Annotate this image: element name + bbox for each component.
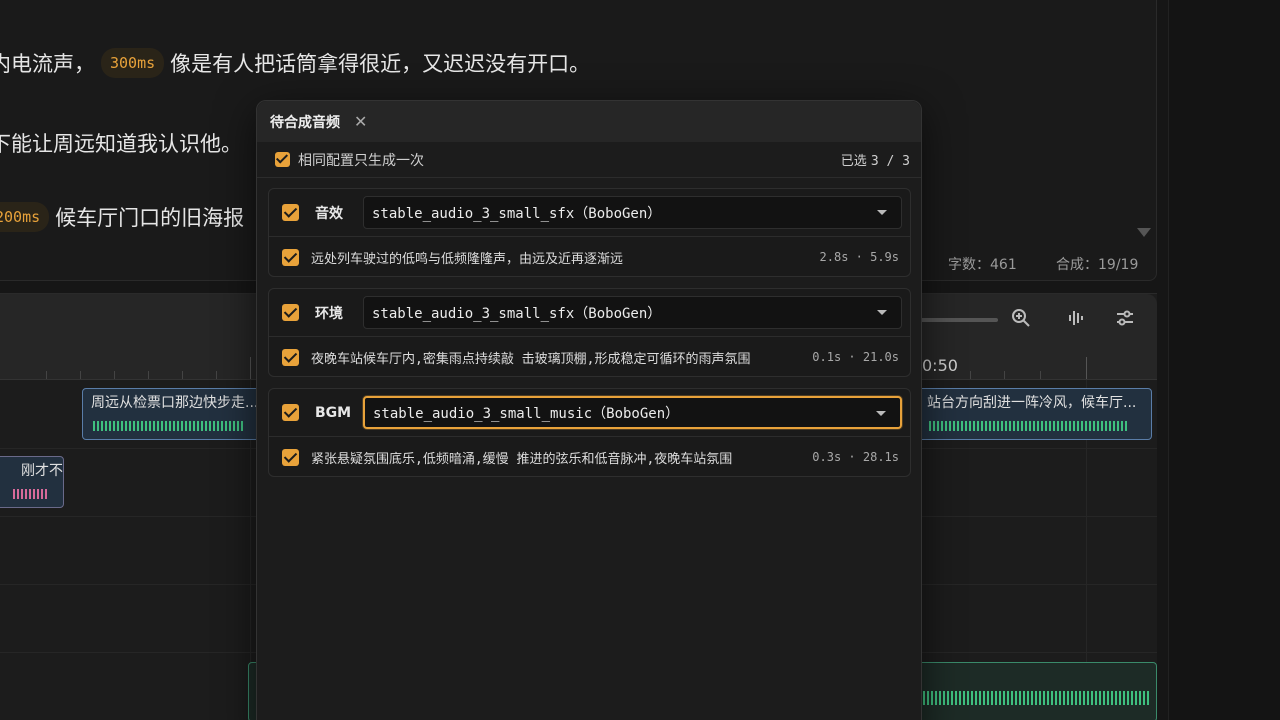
scroll-down-icon[interactable]: [1137, 228, 1151, 237]
audio-item: 远处列车驶过的低鸣与低频隆隆声，由远及近再逐渐远 2.8s · 5.9s: [269, 237, 910, 277]
pending-audio-dialog[interactable]: 待合成音频 ✕ 相同配置只生成一次 已选 3 / 3 音效 stable_aud…: [256, 100, 922, 720]
model-select-value: stable_audio_3_small_sfx（BoboGen）: [372, 305, 662, 322]
item-checkbox[interactable]: [282, 348, 299, 366]
script-text: 下能让周远知道我认识他。: [0, 132, 242, 156]
script-text: 候车厅门口的旧海报: [55, 206, 245, 230]
clip-title: 刚才不...: [21, 463, 63, 479]
group-name: 音效: [315, 205, 343, 222]
item-timing: 2.8s · 5.9s: [819, 250, 899, 264]
selected-value: 3 / 3: [870, 154, 910, 169]
audio-group-sfx: 音效 stable_audio_3_small_sfx（BoboGen） 远处列…: [268, 188, 911, 277]
dialog-header: 待合成音频 ✕: [257, 101, 921, 142]
clip-waveform: [13, 489, 49, 499]
zoom-slider[interactable]: [920, 318, 998, 322]
pause-chip[interactable]: 300ms: [101, 48, 165, 78]
script-text: 像是有人把话筒拿得很近，又迟迟没有开口。: [170, 52, 591, 76]
app-stage: 内电流声， 300ms 像是有人把话筒拿得很近，又迟迟没有开口。 下能让周远知道…: [0, 0, 1280, 720]
group-checkbox[interactable]: [282, 404, 299, 421]
close-icon[interactable]: ✕: [354, 113, 367, 130]
waveform-icon[interactable]: [1064, 308, 1090, 334]
group-checkbox[interactable]: [282, 204, 299, 221]
chevron-down-icon: [877, 210, 887, 215]
synth-count: 合成：19/19: [1056, 257, 1139, 273]
dedupe-checkbox[interactable]: [275, 152, 290, 167]
selected-prefix: 已选: [840, 154, 867, 169]
ruler-label: 0:50: [922, 356, 958, 375]
audio-group-ambience: 环境 stable_audio_3_small_sfx（BoboGen） 夜晚车…: [268, 288, 911, 377]
audio-group-bgm: BGM stable_audio_3_small_music（BoboGen） …: [268, 388, 911, 477]
chevron-down-icon: [876, 411, 886, 416]
dedupe-label: 相同配置只生成一次: [298, 152, 424, 169]
right-panel: [1168, 0, 1280, 720]
model-select[interactable]: stable_audio_3_small_sfx（BoboGen）: [363, 196, 902, 229]
dedupe-option[interactable]: 相同配置只生成一次 已选 3 / 3: [257, 142, 921, 178]
item-description: 紧张悬疑氛围底乐,低频暗涌,缓慢 推进的弦乐和低音脉冲,夜晚车站氛围: [311, 451, 733, 467]
model-select[interactable]: stable_audio_3_small_music（BoboGen）: [363, 396, 902, 429]
model-select[interactable]: stable_audio_3_small_sfx（BoboGen）: [363, 296, 902, 329]
model-select-value: stable_audio_3_small_music（BoboGen）: [373, 405, 680, 422]
sliders-icon[interactable]: [1112, 308, 1138, 334]
word-count: 字数：461: [948, 257, 1017, 273]
group-checkbox[interactable]: [282, 304, 299, 321]
audio-clip[interactable]: 站台方向刮进一阵冷风，候车厅...: [918, 388, 1152, 440]
script-text: 内电流声，: [0, 52, 95, 76]
model-select-value: stable_audio_3_small_sfx（BoboGen）: [372, 205, 662, 222]
item-timing: 0.3s · 28.1s: [812, 450, 899, 464]
script-line: 下能让周远知道我认识他。: [0, 128, 242, 158]
clip-waveform: [929, 421, 1129, 431]
selected-count: 已选 3 / 3: [841, 150, 910, 169]
item-description: 夜晚车站候车厅内,密集雨点持续敲 击玻璃顶棚,形成稳定可循环的雨声氛围: [311, 351, 751, 367]
audio-item: 紧张悬疑氛围底乐,低频暗涌,缓慢 推进的弦乐和低音脉冲,夜晚车站氛围 0.3s …: [269, 437, 910, 477]
audio-clip[interactable]: 刚才不...: [0, 456, 64, 508]
item-checkbox[interactable]: [282, 248, 299, 266]
clip-waveform: [93, 421, 243, 431]
script-line: 内电流声， 300ms 像是有人把话筒拿得很近，又迟迟没有开口。: [0, 48, 590, 78]
clip-title: 站台方向刮进一阵冷风，候车厅...: [927, 395, 1137, 411]
group-name: BGM: [315, 404, 352, 421]
audio-clip[interactable]: 周远从检票口那边快步走...: [82, 388, 262, 440]
script-line: 200ms 候车厅门口的旧海报: [0, 202, 244, 232]
chevron-down-icon: [877, 310, 887, 315]
audio-item: 夜晚车站候车厅内,密集雨点持续敲 击玻璃顶棚,形成稳定可循环的雨声氛围 0.1s…: [269, 337, 910, 377]
item-checkbox[interactable]: [282, 448, 299, 466]
item-description: 远处列车驶过的低鸣与低频隆隆声，由远及近再逐渐远: [311, 251, 624, 267]
clip-title: 周远从检票口那边快步走...: [91, 395, 259, 411]
pause-chip[interactable]: 200ms: [0, 202, 50, 232]
dialog-title: 待合成音频: [270, 114, 340, 131]
group-name: 环境: [315, 305, 343, 322]
item-timing: 0.1s · 21.0s: [812, 350, 899, 364]
zoom-in-icon[interactable]: [1008, 308, 1034, 334]
clip-waveform: [919, 691, 1149, 705]
